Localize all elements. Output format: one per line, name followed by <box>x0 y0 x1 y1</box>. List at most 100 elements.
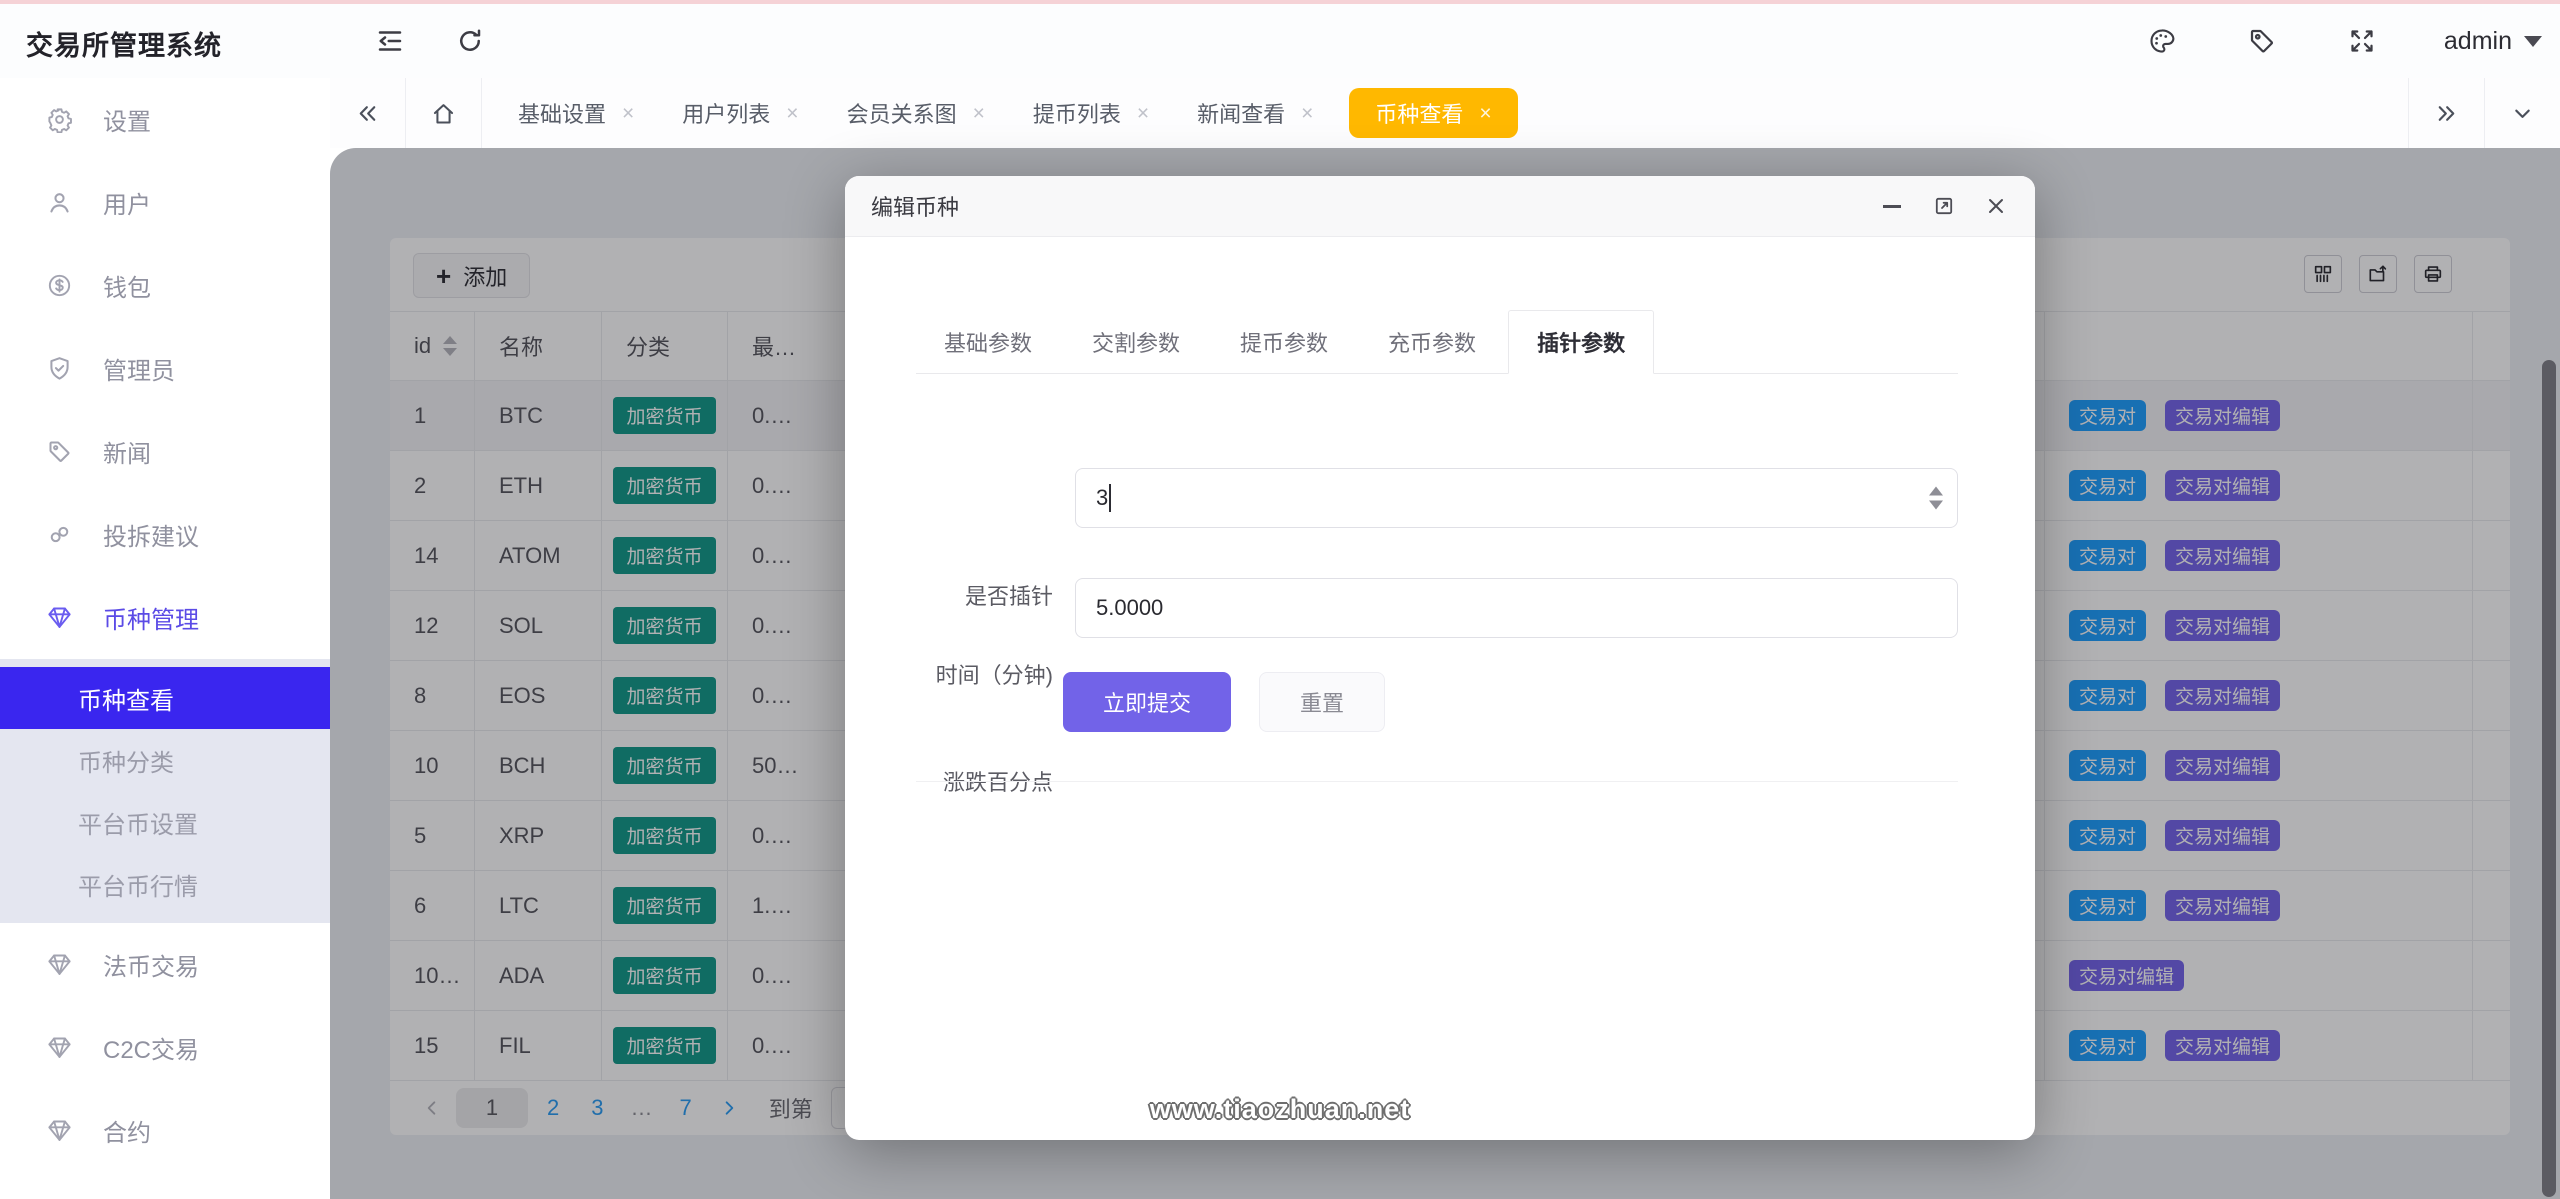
maximize-button[interactable] <box>1931 193 1957 219</box>
tab-withdraw-list[interactable]: 提币列表 × <box>1009 78 1173 148</box>
edit-coin-modal: 编辑币种 基础参数交割参数提币参数充币参数插针参数 是否插针 打开关闭 时间（分… <box>845 176 2035 1140</box>
close-tab-icon[interactable]: × <box>1137 103 1149 124</box>
reset-button[interactable]: 重置 <box>1259 672 1385 732</box>
gear-icon <box>46 106 73 133</box>
close-tab-icon[interactable]: × <box>786 103 798 124</box>
tab-news-view[interactable]: 新闻查看 × <box>1173 78 1337 148</box>
sidebar-item-label: 管理员 <box>103 351 175 386</box>
sidebar-item-coin-manage[interactable]: 币种管理 <box>0 576 330 659</box>
percent-field-label: 涨跌百分点 <box>903 768 1053 798</box>
sidebar-item-wallet[interactable]: 钱包 <box>0 244 330 327</box>
diamond-icon <box>46 604 73 631</box>
sidebar-item-label: 币种管理 <box>103 600 199 635</box>
app-root: 交易所管理系统 admin 设置用户钱包管理员新闻投拆建议币种管理币种查看币种分… <box>0 0 2560 1199</box>
sidebar-subitem-coin-category[interactable]: 币种分类 <box>0 729 330 791</box>
user-name: admin <box>2444 27 2512 56</box>
pin-field-label: 是否插针 <box>903 582 1053 612</box>
sidebar-item-label: 新闻 <box>103 434 151 469</box>
modal-tab-withdraw[interactable]: 提币参数 <box>1212 310 1356 373</box>
tab-user-list[interactable]: 用户列表× <box>658 78 822 148</box>
time-input[interactable]: 3 <box>1075 468 1958 528</box>
tab-options-button[interactable] <box>2484 78 2560 148</box>
coin-icon <box>46 272 73 299</box>
refresh-button[interactable] <box>452 23 488 59</box>
diamond-icon <box>46 1034 73 1061</box>
sidebar-item-label: 合约 <box>103 1113 151 1148</box>
chevrons-right-icon <box>2433 100 2460 127</box>
tag-button[interactable] <box>2244 23 2280 59</box>
diamond-icon <box>46 951 73 978</box>
close-modal-button[interactable] <box>1983 193 2009 219</box>
close-tab-icon[interactable]: × <box>622 103 634 124</box>
chevrons-left-icon <box>354 100 381 127</box>
spinner-down-icon[interactable] <box>1929 501 1943 510</box>
header-actions: admin <box>2144 4 2542 78</box>
close-tab-icon[interactable]: × <box>1301 103 1313 124</box>
modal-tab-deposit[interactable]: 充币参数 <box>1360 310 1504 373</box>
app-title: 交易所管理系统 <box>26 24 222 63</box>
time-input-value: 3 <box>1096 485 1108 511</box>
close-tab-icon[interactable]: × <box>1479 103 1491 124</box>
shield-icon <box>46 355 73 382</box>
sidebar-item-c2c-trade[interactable]: C2C交易 <box>0 1006 330 1089</box>
diamond-icon <box>46 1117 73 1144</box>
tab-bar-right <box>2408 78 2560 148</box>
scroll-tabs-left-button[interactable] <box>330 78 406 148</box>
link-icon <box>46 521 73 548</box>
percent-input[interactable] <box>1075 578 1958 638</box>
theme-button[interactable] <box>2144 23 2180 59</box>
sidebar-item-contract[interactable]: 合约 <box>0 1089 330 1172</box>
fullscreen-button[interactable] <box>2344 23 2380 59</box>
watermark: www.tiaozhuan.net <box>1150 1094 1411 1125</box>
sidebar-item-settings[interactable]: 设置 <box>0 78 330 161</box>
sidebar-item-admins[interactable]: 管理员 <box>0 327 330 410</box>
tab-label: 提币列表 <box>1033 97 1121 129</box>
sidebar-item-label: 法币交易 <box>103 947 199 982</box>
tab-label: 新闻查看 <box>1197 97 1285 129</box>
app-header: 交易所管理系统 admin <box>0 4 2560 78</box>
spinner-up-icon[interactable] <box>1929 487 1943 496</box>
tag-icon <box>2247 26 2277 56</box>
sidebar-item-news[interactable]: 新闻 <box>0 410 330 493</box>
tag-icon <box>46 438 73 465</box>
number-spinner[interactable] <box>1929 487 1943 510</box>
collapse-sidebar-button[interactable] <box>372 23 408 59</box>
tab-bar: 基础设置×用户列表×会员关系图×提币列表×新闻查看×币种查看× <box>330 78 2560 148</box>
palette-icon <box>2147 26 2177 56</box>
modal-tab-delivery[interactable]: 交割参数 <box>1064 310 1208 373</box>
form-separator <box>916 781 1958 782</box>
sidebar-item-label: 设置 <box>103 102 151 137</box>
tab-label: 基础设置 <box>518 97 606 129</box>
text-cursor <box>1109 484 1111 512</box>
close-icon <box>1984 194 2008 218</box>
submit-button[interactable]: 立即提交 <box>1063 672 1231 732</box>
modal-header: 编辑币种 <box>845 176 2035 237</box>
time-field-label: 时间（分钟) <box>903 661 1053 691</box>
sidebar-item-label: 钱包 <box>103 268 151 303</box>
open-tabs: 基础设置×用户列表×会员关系图×提币列表×新闻查看×币种查看× <box>482 78 1530 148</box>
user-menu[interactable]: admin <box>2444 27 2542 56</box>
modal-tab-basic[interactable]: 基础参数 <box>916 310 1060 373</box>
chevron-down-icon <box>2509 100 2536 127</box>
sidebar-subitem-platform-coin-market[interactable]: 平台币行情 <box>0 853 330 915</box>
tab-label: 会员关系图 <box>847 97 957 129</box>
minimize-icon <box>1883 205 1901 208</box>
tab-coin-view[interactable]: 币种查看× <box>1349 88 1517 138</box>
home-tab-button[interactable] <box>406 78 482 148</box>
close-tab-icon[interactable]: × <box>973 103 985 124</box>
sidebar-item-fiat-trade[interactable]: 法币交易 <box>0 923 330 1006</box>
tab-basic-settings[interactable]: 基础设置 × <box>494 78 658 148</box>
modal-tab-pin[interactable]: 插针参数 <box>1508 310 1654 374</box>
minimize-button[interactable] <box>1879 193 1905 219</box>
sidebar-item-users[interactable]: 用户 <box>0 161 330 244</box>
caret-down-icon <box>2524 36 2542 47</box>
modal-tabs: 基础参数交割参数提币参数充币参数插针参数 <box>916 310 1958 374</box>
home-icon <box>430 100 457 127</box>
sidebar-subitem-coin-view[interactable]: 币种查看 <box>0 667 330 729</box>
sidebar-menu: 设置用户钱包管理员新闻投拆建议币种管理币种查看币种分类平台币设置平台币行情法币交… <box>0 78 330 1172</box>
expand-icon <box>2347 26 2377 56</box>
tab-member-graph[interactable]: 会员关系图 × <box>823 78 1009 148</box>
sidebar-item-invest-advice[interactable]: 投拆建议 <box>0 493 330 576</box>
scroll-tabs-right-button[interactable] <box>2408 78 2484 148</box>
sidebar-subitem-platform-coin-settings[interactable]: 平台币设置 <box>0 791 330 853</box>
